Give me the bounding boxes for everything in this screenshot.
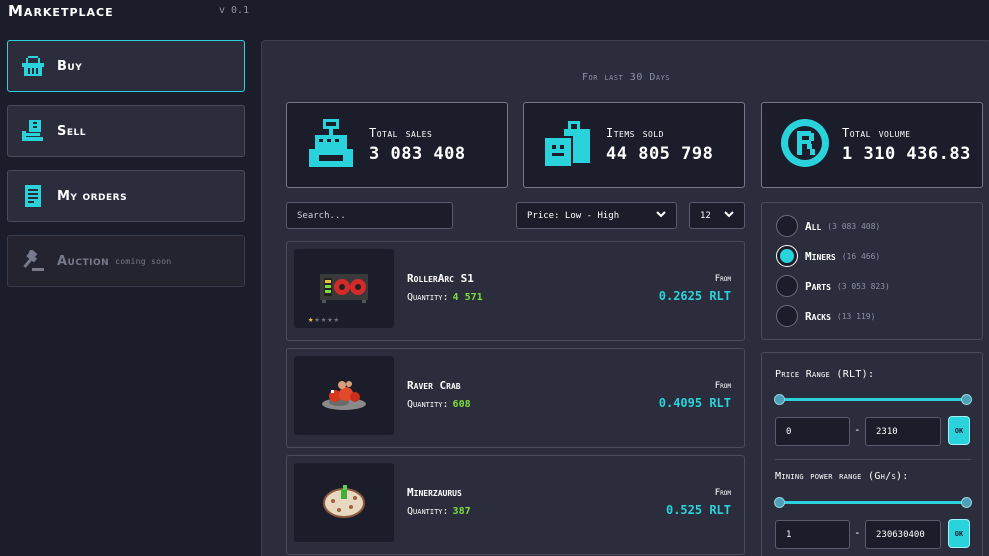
filter-all[interactable]: All (3 083 408) — [776, 215, 880, 237]
item-from-label: From — [714, 274, 731, 284]
item-thumbnail: ★★★★★ — [294, 249, 394, 328]
raver-crab-icon — [319, 376, 369, 416]
slider-min-handle[interactable] — [774, 394, 785, 405]
item-card[interactable]: ★★★★★ RollerArc S1 Quantity: 4 571 From 0… — [286, 241, 745, 341]
shopping-bags-icon — [542, 117, 594, 173]
power-max-input[interactable] — [865, 520, 941, 549]
item-from-label: From — [714, 488, 731, 498]
rating-stars: ★★★★★ — [308, 315, 340, 325]
chevron-down-icon — [724, 210, 734, 221]
item-quantity: Quantity: 4 571 — [407, 292, 483, 303]
range-filters: Price Range (RLT): - OK Mining power ran… — [761, 352, 983, 556]
item-thumbnail — [294, 463, 394, 542]
stat-total-volume: Total volume 1 310 436.83 — [761, 102, 983, 188]
per-page-value: 12 — [700, 210, 711, 221]
basket-icon — [21, 54, 45, 78]
nav-sell-button[interactable]: Sell — [7, 105, 245, 157]
nav-orders-button[interactable]: My orders — [7, 170, 245, 222]
power-range-slider[interactable] — [774, 497, 972, 508]
radio-button-selected[interactable] — [776, 245, 798, 267]
receipt-icon — [21, 184, 45, 208]
price-range-label: Price Range (RLT): — [775, 369, 875, 380]
star-empty-icon: ★★★★ — [314, 315, 341, 325]
item-thumbnail — [294, 356, 394, 435]
item-card[interactable]: Minerzaurus Quantity: 387 From 0.525 RLT — [286, 455, 745, 555]
item-name: Raver Crab — [407, 379, 461, 392]
per-page-select[interactable]: 12 — [689, 202, 745, 229]
total-sales-value: 3 083 408 — [369, 144, 466, 164]
price-ok-button[interactable]: OK — [948, 416, 970, 445]
slider-max-handle[interactable] — [961, 497, 972, 508]
power-ok-button[interactable]: OK — [948, 519, 970, 548]
sort-select[interactable]: Price: Low - High — [516, 202, 677, 229]
chevron-down-icon — [656, 210, 666, 221]
filter-racks[interactable]: Racks (13 119) — [776, 305, 875, 327]
items-sold-label: Items sold — [606, 126, 664, 140]
item-price: 0.2625 RLT — [658, 289, 731, 303]
slider-min-handle[interactable] — [774, 497, 785, 508]
divider — [775, 459, 971, 460]
nav-orders-label: My orders — [57, 188, 128, 204]
radio-button[interactable] — [776, 275, 798, 297]
item-name: RollerArc S1 — [407, 272, 474, 285]
slider-max-handle[interactable] — [961, 394, 972, 405]
total-sales-label: Total sales — [369, 126, 433, 140]
filter-miners[interactable]: Miners (16 466) — [776, 245, 880, 267]
total-volume-label: Total volume — [842, 126, 911, 140]
power-min-input[interactable] — [775, 520, 850, 549]
rlt-coin-icon — [780, 118, 830, 172]
coming-soon-badge: coming soon — [115, 256, 172, 266]
nav-auction-button: Auction coming soon — [7, 235, 245, 287]
nav-buy-button[interactable]: Buy — [7, 40, 245, 92]
app-title: Marketplace — [8, 2, 114, 20]
cash-register-icon — [305, 117, 357, 173]
nav-auction-label: Auction — [57, 253, 110, 269]
sort-select-value: Price: Low - High — [527, 210, 620, 221]
money-hand-icon — [21, 119, 45, 143]
stats-period: For last 30 Days — [581, 72, 671, 83]
nav-buy-label: Buy — [57, 58, 83, 74]
item-quantity: Quantity: 387 — [407, 506, 471, 517]
search-input[interactable] — [286, 202, 453, 229]
price-range-slider[interactable] — [774, 394, 972, 405]
radio-button[interactable] — [776, 215, 798, 237]
rollerarc-miner-icon — [318, 270, 370, 308]
range-dash: - — [854, 423, 861, 436]
filter-parts[interactable]: Parts (3 053 823) — [776, 275, 890, 297]
stat-items-sold: Items sold 44 805 798 — [523, 102, 745, 188]
item-name: Minerzaurus — [407, 486, 462, 499]
stat-total-sales: Total sales 3 083 408 — [286, 102, 508, 188]
items-sold-value: 44 805 798 — [606, 144, 714, 164]
power-range-label: Mining power range (Gh/s): — [775, 471, 909, 482]
gavel-icon — [21, 249, 45, 273]
range-dash: - — [854, 526, 861, 539]
price-min-input[interactable] — [775, 417, 850, 446]
price-max-input[interactable] — [865, 417, 941, 446]
item-card[interactable]: Raver Crab Quantity: 608 From 0.4095 RLT — [286, 348, 745, 448]
total-volume-value: 1 310 436.83 — [842, 144, 971, 164]
item-price: 0.525 RLT — [665, 503, 731, 517]
category-filter: All (3 083 408) Miners (16 466) Parts (3… — [761, 202, 983, 340]
item-price: 0.4095 RLT — [658, 396, 731, 410]
app-version: v 0.1 — [219, 5, 250, 16]
item-quantity: Quantity: 608 — [407, 399, 471, 410]
minerzaurus-egg-icon — [321, 483, 367, 523]
item-from-label: From — [714, 381, 731, 391]
radio-button[interactable] — [776, 305, 798, 327]
nav-sell-label: Sell — [57, 123, 86, 139]
